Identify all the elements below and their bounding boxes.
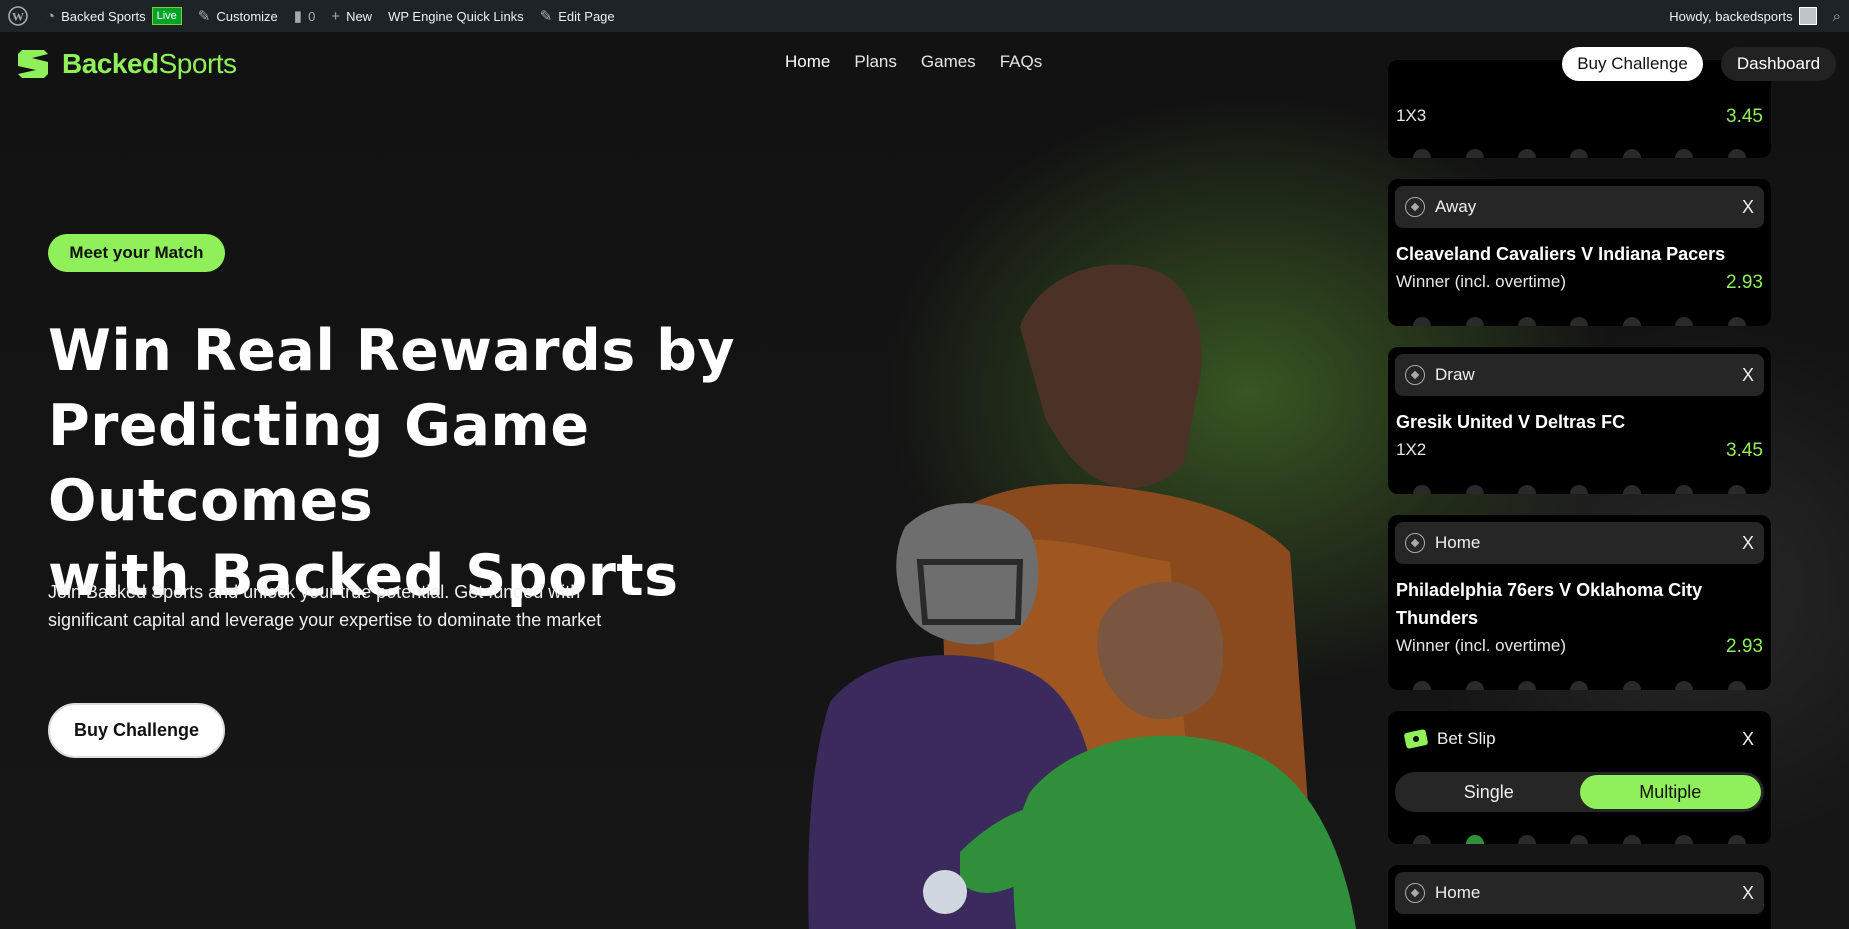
bet-match: Cleaveland Cavaliers V Indiana Pacers [1396,244,1726,264]
bet-pick: Away [1435,197,1477,216]
site-name: Backed Sports [61,8,146,24]
bet-odd: 2.93 [1726,272,1763,293]
bet-slip-title: Bet Slip [1437,729,1496,748]
nav-link-plans[interactable]: Plans [854,52,897,72]
customize-link[interactable]: ✎ Customize [190,0,286,32]
bet-market-row: 1X2 3.45 [1388,440,1771,462]
athletes-image [808,264,1356,929]
bet-market: Winner (incl. overtime) [1396,272,1567,291]
card-perforation [1388,681,1771,690]
buy-challenge-nav-button[interactable]: Buy Challenge [1562,47,1703,81]
bet-pick: Home [1435,883,1481,902]
bet-pick: Home [1435,533,1481,552]
edit-page-label: Edit Page [558,8,615,24]
bet-card-header: Away X [1395,186,1764,228]
headline-line-1: Win Real Rewards by [48,318,736,384]
hero-subtext: Join Backed Sports and unlock your true … [48,582,602,630]
bet-market: 1X3 [1396,106,1427,125]
comments-count: 0 [308,8,316,24]
bet-match: Philadelphia 76ers V Oklahoma City Thund… [1396,580,1703,628]
buy-challenge-hero-button[interactable]: Buy Challenge [48,703,225,758]
nav-link-games[interactable]: Games [921,52,976,72]
bet-card-header: Home X [1395,872,1764,914]
new-label: New [346,8,373,24]
nav-link-faqs[interactable]: FAQs [1000,52,1043,72]
bet-market: 1X2 [1396,440,1427,459]
bet-market-row: 1X3 3.45 [1388,106,1771,128]
remove-bet-button[interactable]: X [1742,197,1754,218]
logo-text: BackedSports [62,48,237,80]
bet-odd: 2.93 [1726,636,1763,657]
search-icon: ⌕ [1832,7,1841,25]
comments-link[interactable]: ▮ 0 [286,0,324,32]
howdy-label: Howdy, backedsports [1669,8,1793,24]
bet-card-header: Draw X [1395,354,1764,396]
main-navigation: BackedSports Home Plans Games FAQs Buy C… [0,32,1849,96]
bet-slip-header: Bet Slip X [1395,718,1764,760]
hero-headline: Win Real Rewards by Predicting Game Outc… [48,314,868,614]
soccer-ball-icon [1405,883,1425,903]
bet-market-row: Winner (incl. overtime) 2.93 [1388,272,1771,294]
meet-your-match-pill: Meet your Match [48,234,225,272]
soccer-ball-icon [1405,197,1425,217]
single-option[interactable]: Single [1398,782,1580,803]
svg-text:W: W [12,10,24,24]
dashboard-button[interactable]: Dashboard [1721,47,1836,81]
card-perforation [1388,149,1771,158]
soccer-ball-icon [1405,365,1425,385]
bet-card: Draw X Gresik United V Deltras FC 1X2 3.… [1388,347,1771,494]
site-logo[interactable]: BackedSports [14,44,237,84]
remove-bet-button[interactable]: X [1742,533,1754,554]
bet-odd: 3.45 [1726,106,1763,127]
soccer-ball-icon [1405,533,1425,553]
bet-market: Winner (incl. overtime) [1396,636,1567,655]
bet-card: Home X Philadelphia 76ers V Oklahoma Cit… [1388,515,1771,690]
logo-mark-icon [18,50,48,78]
new-content-link[interactable]: + New [323,0,380,32]
ticket-icon [1403,728,1429,750]
card-perforation [1388,317,1771,326]
bet-market-row: Winner (incl. overtime) 2.93 [1388,636,1771,658]
logo-thin: Sports [158,48,237,79]
plus-icon: + [331,7,341,25]
wordpress-logo-icon[interactable]: W [0,0,38,32]
bet-slip-panel: Bet Slip X Single Multiple [1388,711,1771,844]
card-perforation [1388,835,1771,844]
wp-admin-bar: W ◔ Backed Sports Live ✎ Customize ▮ 0 +… [0,0,1849,32]
multiple-option[interactable]: Multiple [1579,775,1761,809]
comment-icon: ▮ [293,8,303,25]
logo-bold: Backed [62,48,159,79]
bet-card-header: Home X [1395,522,1764,564]
my-account-link[interactable]: Howdy, backedsports [1661,0,1824,32]
admin-search-button[interactable]: ⌕ [1825,0,1849,32]
brush-icon: ✎ [197,8,211,25]
dashboard-gauge-icon: ◔ [46,7,56,25]
bet-match: Gresik United V Deltras FC [1396,412,1626,432]
remove-bet-button[interactable]: X [1742,883,1754,904]
edit-page-link[interactable]: ✎ Edit Page [532,0,623,32]
bet-type-toggle: Single Multiple [1395,772,1764,812]
pencil-icon: ✎ [539,8,553,25]
bet-pick: Draw [1435,365,1475,384]
headline-line-2: Predicting Game Outcomes [48,393,590,534]
remove-bet-button[interactable]: X [1742,365,1754,386]
live-badge: Live [151,7,182,25]
avatar [1798,7,1817,25]
quick-links-label: WP Engine Quick Links [388,8,524,24]
bet-card: Away X Cleaveland Cavaliers V Indiana Pa… [1388,179,1771,326]
bet-card: Home X [1388,865,1771,929]
bet-odd: 3.45 [1726,440,1763,461]
nav-link-home[interactable]: Home [785,52,830,72]
site-name-link[interactable]: ◔ Backed Sports Live [38,0,190,32]
customize-label: Customize [216,8,278,24]
close-bet-slip-button[interactable]: X [1742,729,1754,750]
card-perforation [1388,485,1771,494]
wp-engine-quick-links[interactable]: WP Engine Quick Links [380,0,532,32]
nav-links: Home Plans Games FAQs [785,52,1042,72]
